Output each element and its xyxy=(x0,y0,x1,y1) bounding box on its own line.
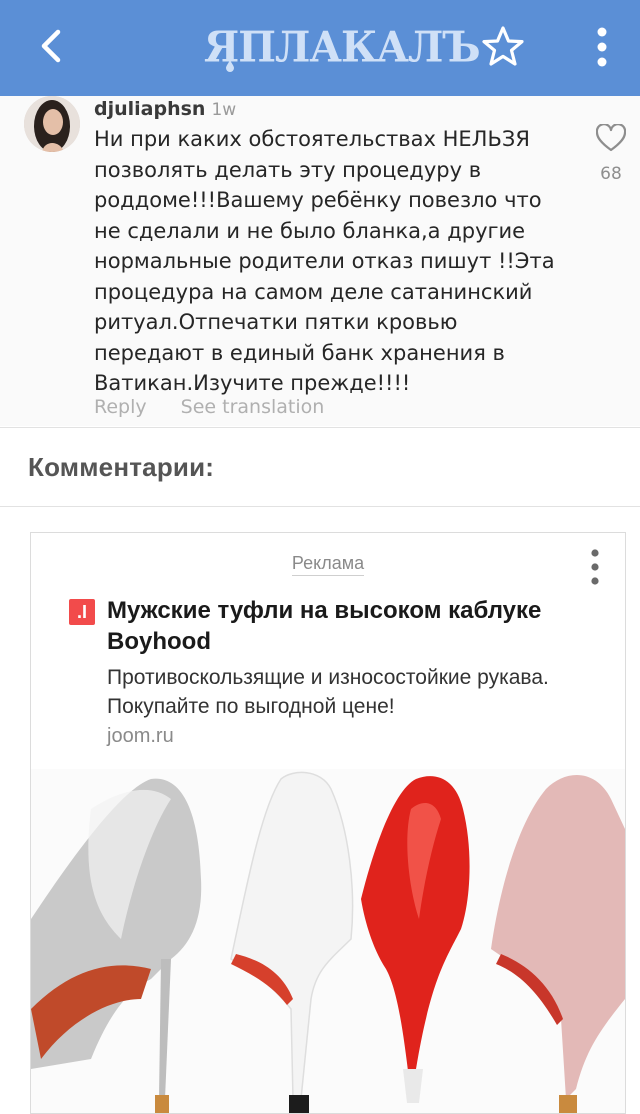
ad-label: Реклама xyxy=(31,553,625,576)
star-icon[interactable] xyxy=(480,24,526,70)
ad-domain[interactable]: joom.ru xyxy=(107,725,174,748)
see-translation-link: See translation xyxy=(180,396,325,418)
more-vertical-icon[interactable] xyxy=(592,24,612,70)
divider xyxy=(0,427,640,428)
heart-icon xyxy=(596,124,626,152)
comment-time: 1w xyxy=(211,100,237,120)
comment-text: Ни при каких обстоятельствах НЕЛЬЗЯ позв… xyxy=(94,127,555,395)
app-bar: ЯПЛАКАЛЪ xyxy=(0,0,640,96)
comment-actions: Reply See translation xyxy=(94,396,352,418)
more-vertical-icon[interactable] xyxy=(587,547,603,587)
instagram-comment-screenshot: djuliaphsn 1w Ни при каких обстоятельства… xyxy=(0,96,640,426)
divider xyxy=(0,506,640,507)
username-text[interactable]: djuliaphsn xyxy=(94,98,205,120)
comments-heading: Комментарии: xyxy=(28,452,215,482)
logo-drop-icon xyxy=(226,60,234,72)
ad-card[interactable]: Реклама .I Мужские туфли на высоком кабл… xyxy=(30,532,626,1114)
product-image[interactable] xyxy=(31,769,625,1113)
brand-logo-icon: .I xyxy=(69,599,95,625)
ad-title[interactable]: Мужские туфли на высоком каблуке Boyhood xyxy=(107,595,607,657)
site-logo[interactable]: ЯПЛАКАЛЪ xyxy=(204,21,481,76)
back-arrow-icon[interactable] xyxy=(32,26,72,66)
likes-count: 68 xyxy=(600,164,622,184)
comment-username: djuliaphsn 1w xyxy=(94,98,236,120)
reply-link: Reply xyxy=(94,396,147,418)
avatar xyxy=(24,96,80,152)
ad-description: Противоскользящие и износостойкие рукава… xyxy=(107,666,549,718)
